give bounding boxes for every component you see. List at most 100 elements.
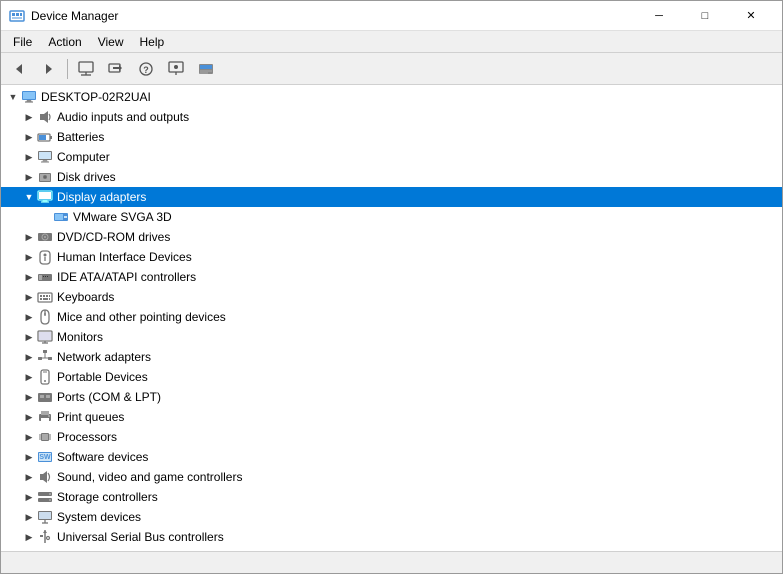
expand-icon-sound[interactable]: ▶ — [21, 469, 37, 485]
toolbar-help[interactable]: ? — [132, 56, 160, 82]
device-icon-storage — [37, 489, 53, 505]
root-computer-icon — [21, 89, 37, 105]
menu-view[interactable]: View — [90, 33, 132, 51]
expand-icon-audio[interactable]: ▶ — [21, 109, 37, 125]
toolbar-properties[interactable] — [72, 56, 100, 82]
tree-item-software[interactable]: ▶SWSoftware devices — [1, 447, 782, 467]
device-icon-sound — [37, 469, 53, 485]
tree-item-display[interactable]: ▼Display adapters — [1, 187, 782, 207]
tree-content[interactable]: ▼ DESKTOP-02R2UAI ▶ Audio inputs and outp… — [1, 85, 782, 551]
device-icon-hid — [37, 249, 53, 265]
tree-item-vmware[interactable]: VMware SVGA 3D — [1, 207, 782, 227]
tree-item-disk[interactable]: ▶ Disk drives — [1, 167, 782, 187]
close-button[interactable]: ✕ — [728, 1, 774, 31]
device-icon-system — [37, 509, 53, 525]
tree-label-usb: Universal Serial Bus controllers — [57, 530, 224, 544]
tree-label-audio: Audio inputs and outputs — [57, 110, 189, 124]
menu-bar: File Action View Help — [1, 31, 782, 53]
title-bar: Device Manager ─ □ ✕ — [1, 1, 782, 31]
toolbar-forward[interactable] — [35, 56, 63, 82]
expand-icon-system[interactable]: ▶ — [21, 509, 37, 525]
tree-label-ports: Ports (COM & LPT) — [57, 390, 161, 404]
tree-label-portable: Portable Devices — [57, 370, 148, 384]
tree-item-storage[interactable]: ▶Storage controllers — [1, 487, 782, 507]
expand-icon-ide[interactable]: ▶ — [21, 269, 37, 285]
tree-label-batteries: Batteries — [57, 130, 104, 144]
title-bar-icon — [9, 8, 25, 24]
expand-icon-mice[interactable]: ▶ — [21, 309, 37, 325]
device-icon-software: SW — [37, 449, 53, 465]
device-icon-processors — [37, 429, 53, 445]
device-icon-ide — [37, 269, 53, 285]
expand-icon-display[interactable]: ▼ — [21, 189, 37, 205]
title-bar-controls: ─ □ ✕ — [636, 1, 774, 31]
device-icon-network — [37, 349, 53, 365]
tree-item-hid[interactable]: ▶Human Interface Devices — [1, 247, 782, 267]
tree-item-audio[interactable]: ▶ Audio inputs and outputs — [1, 107, 782, 127]
menu-file[interactable]: File — [5, 33, 40, 51]
expand-icon-ports[interactable]: ▶ — [21, 389, 37, 405]
tree-label-system: System devices — [57, 510, 141, 524]
expand-icon-portable[interactable]: ▶ — [21, 369, 37, 385]
device-icon-usb — [37, 529, 53, 545]
expand-icon-batteries[interactable]: ▶ — [21, 129, 37, 145]
device-icon-ports — [37, 389, 53, 405]
expand-icon-hid[interactable]: ▶ — [21, 249, 37, 265]
tree-label-keyboards: Keyboards — [57, 290, 114, 304]
tree-label-disk: Disk drives — [57, 170, 116, 184]
expand-icon-network[interactable]: ▶ — [21, 349, 37, 365]
menu-action[interactable]: Action — [40, 33, 89, 51]
tree-label-monitors: Monitors — [57, 330, 103, 344]
expand-icon-storage[interactable]: ▶ — [21, 489, 37, 505]
menu-help[interactable]: Help — [132, 33, 173, 51]
device-manager-window: Device Manager ─ □ ✕ File Action View He… — [0, 0, 783, 574]
tree-item-portable[interactable]: ▶ Portable Devices — [1, 367, 782, 387]
tree-item-computer[interactable]: ▶ Computer — [1, 147, 782, 167]
device-icon-print — [37, 409, 53, 425]
expand-icon-computer[interactable]: ▶ — [21, 149, 37, 165]
root-expand-icon[interactable]: ▼ — [5, 89, 21, 105]
tree-item-keyboards[interactable]: ▶ Keyboards — [1, 287, 782, 307]
expand-icon-keyboards[interactable]: ▶ — [21, 289, 37, 305]
toolbar-back[interactable] — [5, 56, 33, 82]
svg-text:?: ? — [143, 65, 149, 75]
device-icon-keyboards — [37, 289, 53, 305]
expand-icon-disk[interactable]: ▶ — [21, 169, 37, 185]
device-icon-display — [37, 189, 53, 205]
expand-icon-processors[interactable]: ▶ — [21, 429, 37, 445]
toolbar-show-hidden[interactable] — [192, 56, 220, 82]
toolbar-update-driver[interactable] — [102, 56, 130, 82]
tree-item-sound[interactable]: ▶Sound, video and game controllers — [1, 467, 782, 487]
tree-label-computer: Computer — [57, 150, 110, 164]
expand-icon-usb[interactable]: ▶ — [21, 529, 37, 545]
status-bar — [1, 551, 782, 573]
tree-item-ports[interactable]: ▶ Ports (COM & LPT) — [1, 387, 782, 407]
tree-item-system[interactable]: ▶ System devices — [1, 507, 782, 527]
minimize-button[interactable]: ─ — [636, 1, 682, 31]
device-icon-batteries — [37, 129, 53, 145]
tree-item-ide[interactable]: ▶IDE ATA/ATAPI controllers — [1, 267, 782, 287]
tree-item-print[interactable]: ▶ Print queues — [1, 407, 782, 427]
tree-list: ▶ Audio inputs and outputs ▶ Batteries ▶ Comp… — [1, 107, 782, 547]
title-bar-text: Device Manager — [31, 9, 636, 23]
tree-label-network: Network adapters — [57, 350, 151, 364]
tree-item-batteries[interactable]: ▶ Batteries — [1, 127, 782, 147]
tree-root[interactable]: ▼ DESKTOP-02R2UAI — [1, 87, 782, 107]
tree-item-monitors[interactable]: ▶ Monitors — [1, 327, 782, 347]
tree-item-network[interactable]: ▶ Network adapters — [1, 347, 782, 367]
toolbar-scan[interactable] — [162, 56, 190, 82]
expand-icon-dvd[interactable]: ▶ — [21, 229, 37, 245]
expand-icon-monitors[interactable]: ▶ — [21, 329, 37, 345]
device-icon-computer — [37, 149, 53, 165]
tree-item-usb[interactable]: ▶ Universal Serial Bus controllers — [1, 527, 782, 547]
device-icon-disk — [37, 169, 53, 185]
expand-icon-print[interactable]: ▶ — [21, 409, 37, 425]
expand-icon-software[interactable]: ▶ — [21, 449, 37, 465]
maximize-button[interactable]: □ — [682, 1, 728, 31]
tree-item-mice[interactable]: ▶Mice and other pointing devices — [1, 307, 782, 327]
device-icon-dvd — [37, 229, 53, 245]
tree-label-print: Print queues — [57, 410, 124, 424]
tree-item-processors[interactable]: ▶Processors — [1, 427, 782, 447]
tree-item-dvd[interactable]: ▶DVD/CD-ROM drives — [1, 227, 782, 247]
device-icon-mice — [37, 309, 53, 325]
